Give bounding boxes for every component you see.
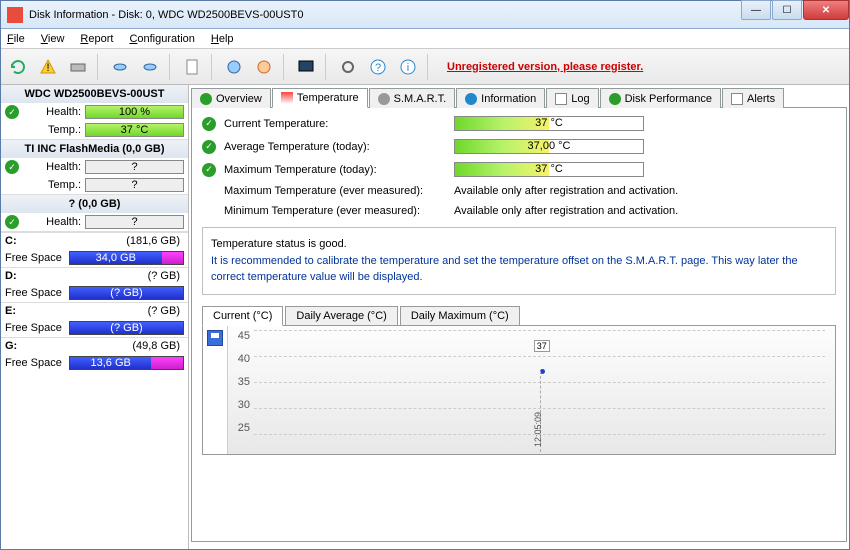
settings-icon[interactable] (335, 54, 361, 80)
menu-help[interactable]: Help (211, 33, 234, 45)
partition-d[interactable]: D:(? GB) Free Space(? GB) (1, 267, 188, 302)
tab-smart[interactable]: S.M.A.R.T. (369, 88, 456, 108)
alert-icon (731, 93, 743, 105)
register-link[interactable]: Unregistered version, please register. (447, 61, 643, 73)
svg-text:i: i (407, 62, 409, 74)
temp-label: Temp.: (23, 124, 81, 136)
x-time-label: 12:05:09 (533, 411, 543, 446)
check-icon (200, 93, 212, 105)
menu-view[interactable]: View (41, 33, 65, 45)
avg-temp-bar: 37,00 °C (454, 139, 644, 154)
menubar: File View Report Configuration Help (1, 29, 849, 49)
minimize-button[interactable]: — (741, 0, 771, 20)
current-temp-bar: 37 °C (454, 116, 644, 131)
partition-c[interactable]: C:(181,6 GB) Free Space34,0 GB (1, 232, 188, 267)
close-button[interactable]: ✕ (803, 0, 849, 20)
max-temp-bar: 37 °C (454, 162, 644, 177)
health-value: 100 % (119, 106, 150, 118)
menu-report[interactable]: Report (80, 33, 113, 45)
chart-box: 45 40 35 30 25 37 12:05:09 (202, 325, 836, 455)
check-icon: ✓ (5, 160, 19, 174)
warning-icon[interactable]: ! (35, 54, 61, 80)
tabstrip: Overview Temperature S.M.A.R.T. Informat… (191, 87, 847, 108)
device-name: WDC WD2500BEVS-00UST (1, 85, 188, 103)
partition-e[interactable]: E:(? GB) Free Space(? GB) (1, 302, 188, 337)
svg-text:!: ! (46, 62, 49, 74)
device-1[interactable]: TI INC FlashMedia (0,0 GB) ✓Health:? Tem… (1, 140, 188, 195)
tool-a-icon[interactable] (107, 54, 133, 80)
menu-configuration[interactable]: Configuration (129, 33, 194, 45)
health-label: Health: (23, 106, 81, 118)
device-name: TI INC FlashMedia (0,0 GB) (1, 140, 188, 158)
disk-icon (378, 93, 390, 105)
tab-temperature[interactable]: Temperature (272, 88, 368, 108)
check-icon: ✓ (202, 117, 216, 131)
check-icon: ✓ (5, 215, 19, 229)
main: Overview Temperature S.M.A.R.T. Informat… (189, 85, 849, 549)
tab-overview[interactable]: Overview (191, 88, 271, 108)
check-icon: ✓ (202, 140, 216, 154)
disk2-icon[interactable] (251, 54, 277, 80)
save-icon[interactable] (207, 330, 223, 346)
monitor-icon[interactable] (293, 54, 319, 80)
maximize-button[interactable]: ☐ (772, 0, 802, 20)
device-0[interactable]: WDC WD2500BEVS-00UST ✓ Health: 100 % Temp.… (1, 85, 188, 140)
tab-information[interactable]: Information (456, 88, 545, 108)
min-ever-label: Minimum Temperature (ever measured): (224, 205, 454, 217)
help-icon[interactable]: ? (365, 54, 391, 80)
partition-g[interactable]: G:(49,8 GB) Free Space13,6 GB (1, 337, 188, 372)
toolbar: ! ? i Unregistered version, please regis… (1, 49, 849, 85)
min-ever-value: Available only after registration and ac… (454, 205, 678, 217)
tab-content: ✓Current Temperature:37 °C ✓Average Temp… (191, 108, 847, 542)
tool-b-icon[interactable] (137, 54, 163, 80)
info-icon (465, 93, 477, 105)
sidebar: WDC WD2500BEVS-00UST ✓ Health: 100 % Temp.… (1, 85, 189, 549)
device-name: ? (0,0 GB) (1, 195, 188, 213)
chart-tab-avg[interactable]: Daily Average (°C) (285, 306, 397, 326)
avg-temp-label: Average Temperature (today): (224, 141, 454, 153)
info-icon[interactable]: i (395, 54, 421, 80)
data-point-label: 37 (534, 340, 550, 352)
disk-icon[interactable] (65, 54, 91, 80)
temp-value: 37 °C (121, 124, 149, 136)
refresh-icon[interactable] (5, 54, 31, 80)
tab-alerts[interactable]: Alerts (722, 88, 784, 108)
check-icon: ✓ (5, 105, 19, 119)
chart-tab-current[interactable]: Current (°C) (202, 306, 283, 326)
menu-file[interactable]: File (7, 33, 25, 45)
device-2[interactable]: ? (0,0 GB) ✓Health:? (1, 195, 188, 232)
status-box: Temperature status is good. It is recomm… (202, 227, 836, 295)
log-icon (555, 93, 567, 105)
titlebar[interactable]: Disk Information - Disk: 0, WDC WD2500BE… (1, 1, 849, 29)
chart-tabs: Current (°C) Daily Average (°C) Daily Ma… (202, 305, 836, 325)
gauge-icon (609, 93, 621, 105)
svg-text:?: ? (375, 62, 381, 74)
chart-tab-max[interactable]: Daily Maximum (°C) (400, 306, 520, 326)
temperature-chart: 45 40 35 30 25 37 12:05:09 (227, 326, 835, 454)
check-icon: ✓ (202, 163, 216, 177)
window-title: Disk Information - Disk: 0, WDC WD2500BE… (27, 9, 847, 21)
disk1-icon[interactable] (221, 54, 247, 80)
status-advice: It is recommended to calibrate the tempe… (211, 253, 827, 286)
max-ever-value: Available only after registration and ac… (454, 185, 678, 197)
status-good: Temperature status is good. (211, 236, 827, 253)
thermometer-icon (281, 92, 293, 104)
tab-log[interactable]: Log (546, 88, 598, 108)
app-icon (7, 7, 23, 23)
max-ever-label: Maximum Temperature (ever measured): (224, 185, 454, 197)
max-temp-label: Maximum Temperature (today): (224, 164, 454, 176)
current-temp-label: Current Temperature: (224, 118, 454, 130)
tab-performance[interactable]: Disk Performance (600, 88, 721, 108)
report-icon[interactable] (179, 54, 205, 80)
